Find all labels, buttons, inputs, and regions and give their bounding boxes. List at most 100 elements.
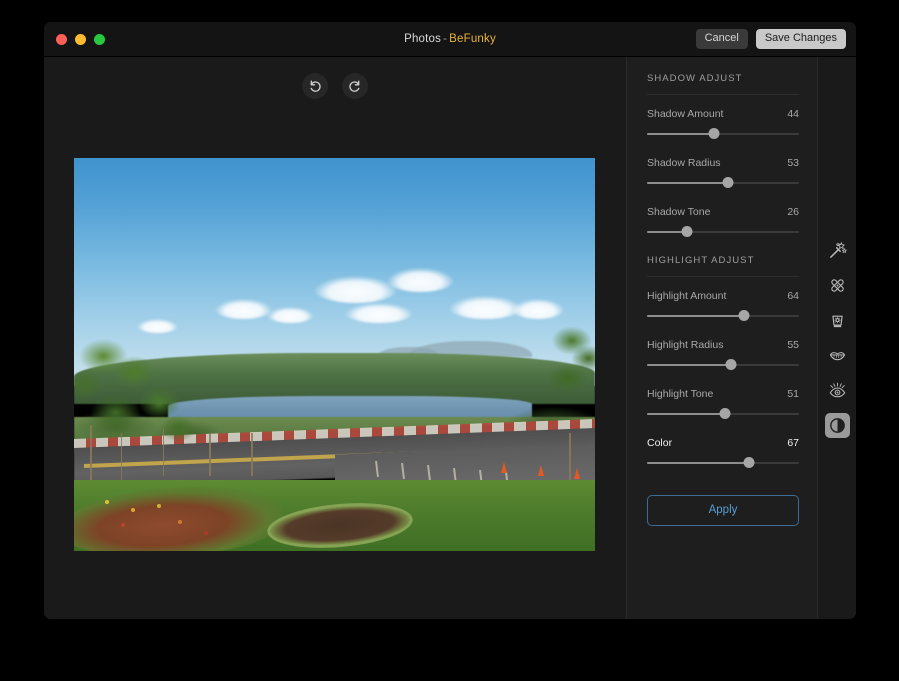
magic-wand-icon: [829, 241, 847, 258]
save-changes-button[interactable]: Save Changes: [755, 28, 846, 50]
undo-button[interactable]: [302, 73, 328, 99]
control-color: Color 67: [647, 437, 799, 469]
slider-fill: [647, 315, 745, 317]
photo-tree-trunk: [120, 433, 123, 481]
control-shadow-amount: Shadow Amount 44: [647, 108, 799, 140]
control-value: 55: [787, 339, 799, 351]
photo-traffic-cone: [537, 465, 544, 477]
tool-shadows-highlights[interactable]: [824, 413, 850, 438]
tool-rail: [817, 57, 856, 619]
adjustment-panel: SHADOW ADJUST Shadow Amount 44 Shadow Ra…: [627, 57, 817, 619]
slider-fill: [647, 182, 728, 184]
window-titlebar: Photos - BeFunky Cancel Save Changes: [44, 22, 856, 57]
slider-fill: [647, 462, 749, 464]
contrast-icon: [829, 418, 845, 433]
slider-color[interactable]: [647, 457, 799, 469]
control-highlight-radius: Highlight Radius 55: [647, 339, 799, 371]
slider-thumb[interactable]: [725, 359, 737, 370]
section-divider: [647, 94, 799, 95]
slider-thumb[interactable]: [743, 457, 755, 468]
slider-shadow-radius[interactable]: [647, 177, 799, 189]
lips-icon: [829, 352, 845, 361]
control-highlight-amount: Highlight Amount 64: [647, 290, 799, 322]
tool-lips[interactable]: [825, 343, 850, 368]
slider-thumb[interactable]: [708, 128, 720, 139]
photo-right-tree: [522, 323, 595, 449]
undo-icon: [310, 80, 321, 92]
befunky-photo-editor-window: Photos - BeFunky Cancel Save Changes SHA…: [44, 22, 856, 619]
photo-cloud: [386, 268, 455, 292]
tool-touch-up[interactable]: [825, 238, 850, 263]
panel-section-shadow: SHADOW ADJUST Shadow Amount 44 Shadow Ra…: [647, 73, 799, 238]
titlebar-actions: Cancel Save Changes: [695, 28, 846, 50]
photo-cloud: [266, 307, 314, 324]
section-divider: [647, 276, 799, 277]
photo-traffic-cone: [574, 468, 581, 480]
control-highlight-tone: Highlight Tone 51: [647, 388, 799, 420]
shadow-section-title: SHADOW ADJUST: [647, 73, 743, 84]
photo-left-trees: [74, 330, 226, 489]
maximize-window-button[interactable]: [94, 33, 105, 45]
slider-thumb[interactable]: [738, 310, 750, 321]
photo-tree-trunk: [89, 425, 92, 481]
control-value: 53: [787, 157, 799, 169]
photo-render: [74, 158, 595, 551]
photo-canvas-area: [44, 57, 627, 619]
control-label: Color: [647, 437, 673, 449]
photo-tree-trunk: [568, 433, 571, 481]
slider-thumb[interactable]: [719, 408, 731, 419]
blemish-fix-icon: [830, 279, 844, 292]
control-label: Highlight Tone: [647, 388, 714, 400]
slider-thumb[interactable]: [722, 177, 734, 188]
control-value: 26: [787, 206, 799, 218]
history-toolbar: [44, 73, 626, 99]
control-shadow-tone: Shadow Tone 26: [647, 206, 799, 238]
photo-flower: [178, 519, 183, 524]
redo-button[interactable]: [342, 73, 368, 99]
skin-smoother-icon: [831, 315, 843, 328]
window-title-brand: BeFunky: [449, 33, 496, 45]
window-title-app: Photos: [404, 33, 442, 45]
slider-highlight-amount[interactable]: [647, 310, 799, 322]
photo-tree-trunk: [162, 429, 165, 477]
eyes-icon: [829, 382, 845, 398]
window-traffic-lights: [56, 33, 105, 45]
control-label: Shadow Tone: [647, 206, 711, 218]
control-value: 51: [787, 388, 799, 400]
tool-blemish-fix[interactable]: [825, 273, 850, 298]
control-value: 44: [787, 108, 799, 120]
panel-section-highlight: HIGHLIGHT ADJUST Highlight Amount 64 Hig…: [647, 255, 799, 469]
photo-cloud: [214, 299, 272, 320]
tool-skin-smoother[interactable]: [825, 308, 850, 333]
slider-shadow-amount[interactable]: [647, 128, 799, 140]
cancel-button[interactable]: Cancel: [695, 28, 748, 50]
control-label: Shadow Radius: [647, 157, 721, 169]
slider-fill: [647, 413, 725, 415]
slider-thumb[interactable]: [681, 226, 693, 237]
control-label: Highlight Radius: [647, 339, 724, 351]
editor-body: SHADOW ADJUST Shadow Amount 44 Shadow Ra…: [44, 57, 856, 619]
window-title-separator: -: [443, 33, 448, 45]
apply-button[interactable]: Apply: [647, 495, 799, 526]
edited-photo[interactable]: [74, 158, 595, 551]
slider-highlight-radius[interactable]: [647, 359, 799, 371]
control-shadow-radius: Shadow Radius 53: [647, 157, 799, 189]
control-label: Highlight Amount: [647, 290, 727, 302]
control-label: Shadow Amount: [647, 108, 724, 120]
slider-shadow-tone[interactable]: [647, 226, 799, 238]
slider-fill: [647, 133, 714, 135]
control-value: 67: [787, 437, 799, 449]
photo-traffic-cone: [501, 462, 508, 474]
highlight-section-title: HIGHLIGHT ADJUST: [647, 255, 755, 266]
slider-fill: [647, 364, 731, 366]
tool-eyes[interactable]: [825, 378, 850, 403]
photo-cloud: [511, 299, 564, 320]
redo-icon: [349, 80, 360, 92]
control-value: 64: [787, 290, 799, 302]
slider-highlight-tone[interactable]: [647, 408, 799, 420]
minimize-window-button[interactable]: [75, 33, 86, 45]
close-window-button[interactable]: [56, 33, 67, 45]
photo-tree-trunk: [251, 433, 253, 477]
photo-tree-trunk: [209, 433, 212, 477]
photo-cloud: [344, 303, 413, 324]
